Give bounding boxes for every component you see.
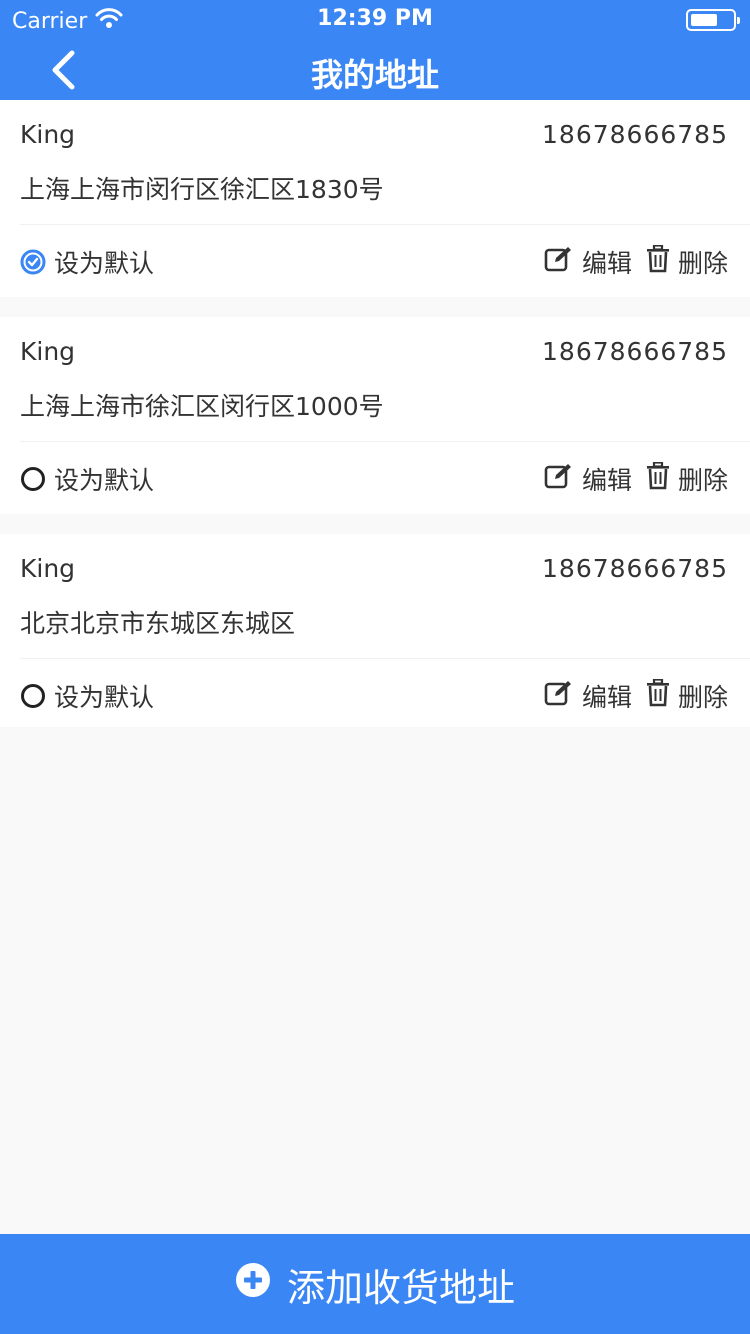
radio-unchecked-icon [20, 683, 46, 709]
edit-button[interactable]: 编辑 [544, 461, 632, 497]
delete-button[interactable]: 删除 [646, 461, 728, 497]
recipient-name: King [20, 337, 76, 366]
address-text: 上海上海市闵行区徐汇区1830号 [20, 175, 384, 204]
card-actions: 设为默认 编辑 删除 [20, 674, 728, 716]
add-address-label: 添加收货地址 [286, 1265, 515, 1310]
trash-icon [646, 678, 670, 713]
recipient-phone: 18678666785 [542, 337, 728, 366]
set-default-label: 设为默认 [54, 249, 155, 278]
card-actions: 设为默认 编辑 删除 [20, 240, 728, 282]
contact-row: King 18678666785 [20, 337, 728, 371]
address-card[interactable]: King 18678666785 上海上海市徐汇区闵行区1000号 设为默认 编… [0, 317, 750, 514]
edit-button[interactable]: 编辑 [544, 678, 632, 714]
address-card[interactable]: King 18678666785 北京北京市东城区东城区 设为默认 编辑 删除 [0, 534, 750, 727]
recipient-phone: 18678666785 [542, 554, 728, 583]
divider [20, 224, 750, 225]
recipient-phone: 18678666785 [542, 120, 728, 149]
delete-button[interactable]: 删除 [646, 678, 728, 714]
radio-unchecked-icon [20, 466, 46, 492]
edit-icon [544, 245, 574, 279]
divider [20, 441, 750, 442]
top-bar: Carrier 12:39 PM 我的地址 [0, 0, 750, 100]
trash-icon [646, 244, 670, 279]
card-operations: 编辑 删除 [544, 678, 728, 714]
recipient-name: King [20, 554, 76, 583]
add-address-button[interactable]: 添加收货地址 [0, 1234, 750, 1334]
radio-checked-icon [20, 249, 46, 275]
plus-circle-icon [235, 1262, 271, 1307]
set-default-label: 设为默认 [54, 683, 155, 712]
card-operations: 编辑 删除 [544, 461, 728, 497]
status-bar: Carrier 12:39 PM [0, 0, 750, 40]
page-title: 我的地址 [310, 56, 439, 94]
card-operations: 编辑 删除 [544, 244, 728, 280]
contact-row: King 18678666785 [20, 120, 728, 154]
contact-row: King 18678666785 [20, 554, 728, 588]
set-default-label: 设为默认 [54, 466, 155, 495]
edit-label: 编辑 [581, 683, 632, 712]
status-time: 12:39 PM [317, 6, 433, 31]
delete-label: 删除 [677, 249, 728, 278]
card-actions: 设为默认 编辑 删除 [20, 457, 728, 499]
edit-label: 编辑 [581, 249, 632, 278]
battery-icon [686, 9, 740, 31]
edit-label: 编辑 [581, 466, 632, 495]
set-default-toggle[interactable]: 设为默认 [20, 461, 154, 497]
divider [20, 658, 750, 659]
address-text: 上海上海市徐汇区闵行区1000号 [20, 392, 384, 421]
trash-icon [646, 461, 670, 496]
edit-button[interactable]: 编辑 [544, 244, 632, 280]
set-default-toggle[interactable]: 设为默认 [20, 244, 154, 280]
delete-label: 删除 [677, 466, 728, 495]
delete-button[interactable]: 删除 [646, 244, 728, 280]
address-card[interactable]: King 18678666785 上海上海市闵行区徐汇区1830号 设为默认 编… [0, 100, 750, 297]
edit-icon [544, 462, 574, 496]
edit-icon [544, 679, 574, 713]
set-default-toggle[interactable]: 设为默认 [20, 678, 154, 714]
address-text: 北京北京市东城区东城区 [20, 609, 296, 638]
delete-label: 删除 [677, 683, 728, 712]
recipient-name: King [20, 120, 76, 149]
